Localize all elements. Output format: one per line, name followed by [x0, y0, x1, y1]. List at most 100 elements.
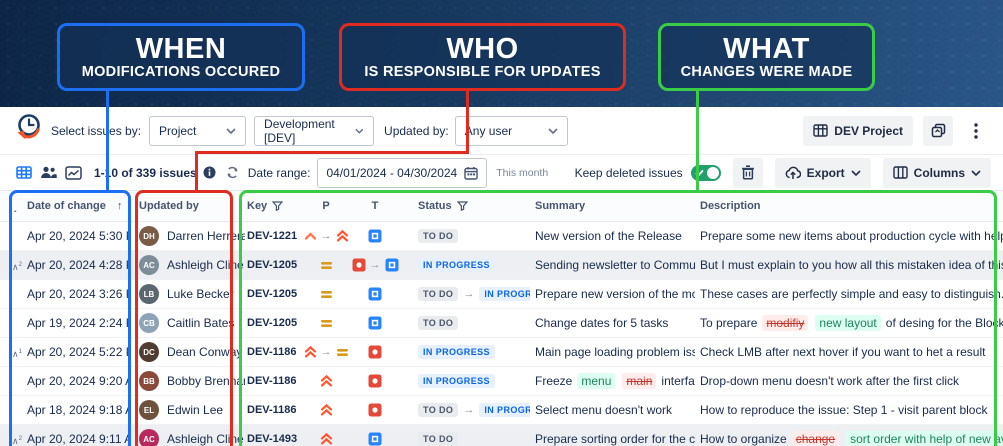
issue-key-cell[interactable]: DEV-1186: [245, 346, 302, 358]
table-row[interactable]: ∧2 Apr 20, 2024 4:28 PM AC Ashleigh Clin…: [0, 251, 1003, 280]
task-type-icon: [368, 287, 382, 301]
header-status[interactable]: Status: [400, 200, 530, 212]
header-type-label: T: [372, 200, 379, 212]
issue-table: ∧ Date of change ↑ Updated by Key P T St…: [0, 191, 1003, 446]
date-range-input[interactable]: 04/01/2024 - 04/30/2024: [317, 158, 487, 188]
description-cell: Check LMB after next hover if you want t…: [695, 345, 1003, 359]
issue-key-cell[interactable]: DEV-1493: [245, 433, 302, 445]
summary-cell: Change dates for 5 tasks: [530, 316, 695, 330]
filter-icon[interactable]: [457, 201, 468, 211]
diff-removed-text: main: [622, 373, 656, 389]
more-options-button[interactable]: [961, 116, 991, 146]
updated-by-label: Updated by:: [384, 124, 449, 138]
chevron-down-icon: [226, 128, 236, 134]
table-row[interactable]: ∧2 Apr 20, 2024 9:11 AM AC Ashleigh Clin…: [0, 425, 1003, 446]
date-preset-label[interactable]: This month: [496, 167, 548, 179]
user-name: Ashleigh Cline: [167, 258, 244, 272]
change-arrow-icon: →: [463, 404, 474, 416]
check-icon: [695, 169, 704, 177]
keep-deleted-label: Keep deleted issues: [575, 166, 683, 180]
group-expand-icon[interactable]: ∧1: [12, 349, 22, 359]
priority-highest-icon: [320, 404, 333, 416]
updated-by-cell: EL Edwin Lee: [131, 400, 245, 420]
issue-key-cell[interactable]: DEV-1205: [245, 317, 302, 329]
header-date-of-change[interactable]: ∧ Date of change ↑: [0, 200, 131, 212]
issue-key-cell[interactable]: DEV-1186: [245, 375, 302, 387]
date-of-change-cell: Apr 20, 2024 3:26 PM: [0, 287, 131, 301]
diff-removed-text: change: [792, 431, 839, 446]
table-row[interactable]: ∧1 Apr 20, 2024 5:22 PM DC Dean Conway D…: [0, 338, 1003, 367]
header-updated-by[interactable]: Updated by: [131, 200, 245, 212]
app-window: WHEN MODIFICATIONS OCCURED WHO IS RESPON…: [0, 0, 1003, 446]
type-cell: [350, 229, 400, 243]
updated-by-value: Any user: [465, 124, 512, 138]
priority-medium-icon: [320, 260, 333, 271]
table-row[interactable]: Apr 19, 2024 2:24 PM CB Caitlin Bates DE…: [0, 309, 1003, 338]
header-type[interactable]: T: [350, 200, 400, 212]
duplicate-view-button[interactable]: [923, 116, 953, 146]
header-description-label: Description: [700, 200, 761, 212]
issue-key-cell[interactable]: DEV-1205: [245, 259, 302, 271]
avatar: EL: [139, 400, 159, 420]
sort-ascending-icon[interactable]: ↑: [117, 200, 123, 212]
status-badge: IN PROGRESS: [479, 287, 530, 301]
callout-who: WHO IS RESPONSIBLE FOR UPDATES: [339, 23, 626, 91]
group-expand-icon[interactable]: ∧2: [12, 436, 22, 446]
date-of-change-cell: Apr 20, 2024 9:20 AM: [0, 374, 131, 388]
updated-by-cell: CB Caitlin Bates: [131, 313, 245, 333]
project-select[interactable]: Development [DEV]: [254, 116, 374, 146]
avatar: AC: [139, 429, 159, 446]
columns-icon: [893, 166, 908, 179]
header-description[interactable]: Description: [695, 200, 1003, 212]
issue-key-cell[interactable]: DEV-1186: [245, 404, 302, 416]
avatar: AC: [139, 255, 159, 275]
status-badge: TO DO: [418, 432, 458, 446]
avatar: BB: [139, 371, 159, 391]
date-of-change-value: Apr 20, 2024 5:30 PM: [27, 229, 131, 243]
table-row[interactable]: Apr 18, 2024 9:18 AM EL Edwin Lee DEV-11…: [0, 396, 1003, 425]
date-range-label: Date range:: [248, 166, 311, 180]
export-button[interactable]: Export: [775, 158, 871, 188]
refresh-icon[interactable]: [226, 166, 239, 179]
date-of-change-value: Apr 19, 2024 2:24 PM: [27, 316, 131, 330]
task-type-icon: [368, 432, 382, 446]
delete-button[interactable]: [733, 158, 763, 188]
chart-view-button[interactable]: [60, 158, 86, 188]
dev-project-button[interactable]: DEV Project: [803, 116, 913, 146]
task-type-icon: [368, 316, 382, 330]
grid-view-icon: [16, 166, 32, 179]
header-key[interactable]: Key: [245, 200, 302, 212]
table-view-button[interactable]: [12, 158, 36, 188]
issue-key-cell[interactable]: DEV-1205: [245, 288, 302, 300]
status-cell: IN PROGRESS: [400, 345, 530, 359]
type-cell: [350, 287, 400, 301]
group-expand-icon[interactable]: ∧2: [12, 262, 22, 272]
priority-high-icon: [304, 231, 317, 241]
header-summary[interactable]: Summary: [530, 200, 695, 212]
date-of-change-cell: Apr 18, 2024 9:18 AM: [0, 403, 131, 417]
type-cell: [350, 316, 400, 330]
updated-by-cell: DH Darren Herrera: [131, 226, 245, 246]
priority-cell: [302, 289, 350, 300]
issue-key-cell[interactable]: DEV-1221: [245, 230, 302, 242]
header-priority[interactable]: P: [302, 200, 350, 212]
updated-by-select[interactable]: Any user: [455, 116, 568, 146]
table-row[interactable]: Apr 20, 2024 9:20 AM BB Bobby Brennan DE…: [0, 367, 1003, 396]
date-of-change-value: Apr 20, 2024 5:22 PM: [27, 345, 131, 359]
priority-highest-icon: [304, 346, 317, 358]
export-label: Export: [807, 166, 845, 180]
filter-type-select[interactable]: Project: [149, 116, 246, 146]
date-of-change-cell: ∧2 Apr 20, 2024 4:28 PM: [0, 258, 131, 272]
updated-by-cell: LB Luke Becker: [131, 284, 245, 304]
filter-icon[interactable]: [272, 201, 283, 211]
columns-button[interactable]: Columns: [883, 158, 991, 188]
keep-deleted-toggle[interactable]: [691, 165, 721, 181]
calendar-icon[interactable]: [464, 166, 478, 180]
collapse-all-icon[interactable]: ∧: [12, 208, 19, 212]
text-segment: Change dates for 5 tasks: [535, 316, 668, 330]
table-row[interactable]: Apr 20, 2024 5:30 PM DH Darren Herrera D…: [0, 222, 1003, 251]
bug-type-icon: [368, 374, 382, 388]
table-row[interactable]: Apr 20, 2024 3:26 PM LB Luke Becker DEV-…: [0, 280, 1003, 309]
info-icon[interactable]: [203, 166, 216, 179]
people-view-button[interactable]: [36, 158, 60, 188]
